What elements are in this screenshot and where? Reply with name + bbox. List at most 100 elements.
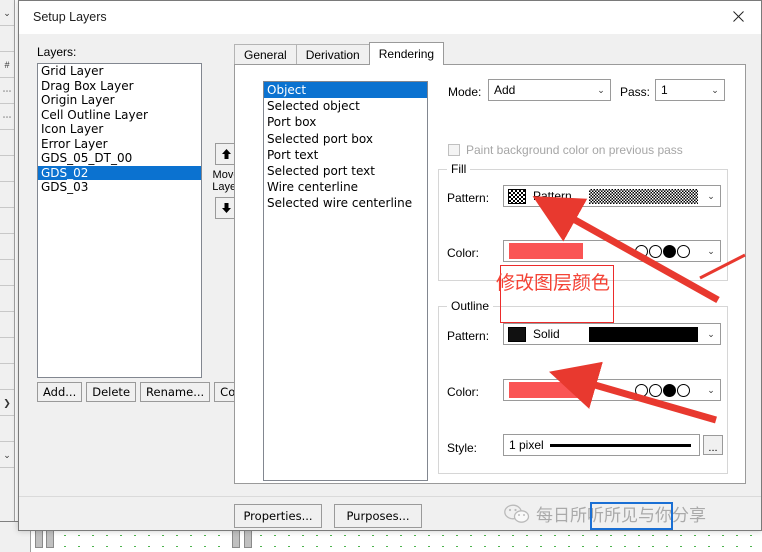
checker-pattern-swatch-icon [508, 188, 526, 204]
fill-pattern-value: Pattern [533, 189, 572, 203]
layer-list-item[interactable]: Icon Layer [38, 122, 201, 137]
bg-tool-6[interactable] [0, 156, 14, 182]
arrow-up-glyph [221, 149, 231, 159]
object-list-item[interactable]: Port box [264, 114, 427, 130]
object-list-item[interactable]: Selected port text [264, 163, 427, 179]
outline-pattern-preview [589, 326, 698, 342]
object-list-item[interactable]: Port text [264, 147, 427, 163]
layer-list-item[interactable]: GDS_03 [38, 180, 201, 195]
mode-value: Add [494, 83, 516, 97]
layer-list-item[interactable]: Cell Outline Layer [38, 108, 201, 123]
dialog-bottom-buttons: Properties... Purposes... [234, 504, 422, 528]
layers-listbox[interactable]: Grid Layer Drag Box Layer Origin Layer Cell… [37, 63, 202, 378]
bg-tool-8[interactable] [0, 208, 14, 234]
object-list-item[interactable]: Selected wire centerline [264, 195, 427, 211]
layer-list-item[interactable]: Grid Layer [38, 64, 201, 79]
bg-tool-2[interactable]: # [0, 52, 14, 78]
properties-button[interactable]: Properties... [234, 504, 322, 528]
object-list-item[interactable]: Object [264, 82, 427, 99]
moon-icon-2 [649, 244, 662, 258]
bg-tool-3[interactable]: ⋯ [0, 78, 14, 104]
chevron-down-icon: ⌄ [707, 384, 715, 395]
bg-tool-1[interactable] [0, 26, 14, 52]
bg-tool-9[interactable] [0, 234, 14, 260]
layer-list-item[interactable]: Error Layer [38, 137, 201, 152]
paint-background-label: Paint background color on previous pass [466, 143, 683, 157]
close-icon[interactable] [715, 1, 761, 32]
paint-background-checkbox[interactable] [448, 144, 460, 156]
fill-group-title: Fill [447, 162, 471, 176]
outline-style-more-button[interactable]: ... [703, 435, 723, 455]
layer-list-item[interactable]: GDS_02 [38, 165, 201, 180]
object-listbox[interactable]: Object Selected object Port box Selected po… [263, 81, 428, 481]
fill-pattern-preview [589, 188, 698, 204]
background-left-toolbar[interactable]: ⌄ # ⋯ ⋯ ❯ ⌄ [0, 0, 15, 552]
rename-layer-button[interactable]: Rename... [140, 382, 211, 402]
outline-pattern-value: Solid [533, 327, 560, 341]
outline-group-title: Outline [447, 299, 494, 313]
bg-tool-7[interactable] [0, 182, 14, 208]
chevron-down-icon: ⌄ [597, 84, 605, 95]
tab-general[interactable]: General [234, 44, 297, 65]
pass-dropdown[interactable]: 1 ⌄ [655, 79, 725, 101]
wechat-icon [504, 504, 530, 523]
object-list-item[interactable]: Selected object [264, 98, 427, 114]
watermark-highlight-box [590, 502, 673, 530]
delete-layer-button[interactable]: Delete [86, 382, 137, 402]
mode-label: Mode: [448, 85, 482, 99]
dialog-title: Setup Layers [33, 10, 107, 24]
tabstrip: General Derivation Rendering [234, 42, 445, 65]
fill-pattern-label: Pattern: [447, 191, 490, 205]
chevron-down-icon: ⌄ [707, 245, 715, 256]
bg-tool-10[interactable] [0, 260, 14, 286]
bg-tool-12[interactable] [0, 312, 14, 338]
chevron-down-icon: ⌄ [707, 190, 715, 201]
rendering-tab-panel: Object Selected object Port box Selected po… [234, 64, 746, 484]
outline-style-preview [549, 443, 691, 447]
chevron-down-icon: ⌄ [707, 328, 715, 339]
layers-label: Layers: [37, 45, 77, 59]
pass-label: Pass: [620, 85, 651, 99]
outline-pattern-label: Pattern: [447, 329, 490, 343]
pass-value: 1 [661, 83, 668, 97]
bg-tool-14[interactable] [0, 364, 14, 390]
bg-tool-0[interactable]: ⌄ [0, 0, 14, 26]
canvas-grid-dots [30, 530, 762, 552]
fill-pattern-dropdown[interactable]: Pattern ⌄ [503, 185, 721, 207]
bg-tool-17[interactable]: ⌄ [0, 442, 14, 468]
bg-tool-11[interactable] [0, 286, 14, 312]
tab-derivation[interactable]: Derivation [295, 44, 370, 65]
bg-tool-13[interactable] [0, 338, 14, 364]
outline-style-value: 1 pixel [509, 438, 544, 452]
bg-tool-16[interactable] [0, 416, 14, 442]
outline-color-swatch [509, 382, 583, 398]
moon-icon-4 [677, 383, 690, 397]
outline-color-dropdown[interactable]: ⌄ [503, 379, 721, 401]
tab-rendering[interactable]: Rendering [368, 42, 445, 65]
moon-icon-1 [635, 383, 648, 397]
object-list-item[interactable]: Wire centerline [264, 179, 427, 195]
paint-background-checkbox-row[interactable]: Paint background color on previous pass [448, 143, 683, 157]
layer-list-item[interactable]: Drag Box Layer [38, 79, 201, 94]
outline-pattern-dropdown[interactable]: Solid ⌄ [503, 323, 721, 345]
dialog-separator [19, 496, 761, 497]
purposes-button[interactable]: Purposes... [334, 504, 422, 528]
annotation-text: 修改图层颜色 [496, 272, 611, 294]
fill-color-dropdown[interactable]: ⌄ [503, 240, 721, 262]
solid-black-swatch-icon [508, 326, 526, 342]
outline-style-field[interactable]: 1 pixel [503, 434, 700, 456]
moon-icon-3 [663, 244, 676, 258]
fill-color-swatch [509, 243, 583, 259]
bg-tool-15[interactable]: ❯ [0, 390, 14, 416]
bg-tool-4[interactable]: ⋯ [0, 104, 14, 130]
add-layer-button[interactable]: Add... [37, 382, 83, 402]
fill-color-label: Color: [447, 246, 480, 260]
bg-tool-5[interactable] [0, 130, 14, 156]
layer-list-item[interactable]: Origin Layer [38, 93, 201, 108]
layer-list-item[interactable]: GDS_05_DT_00 [38, 151, 201, 166]
object-list-item[interactable]: Selected port box [264, 131, 427, 147]
mode-dropdown[interactable]: Add ⌄ [488, 79, 611, 101]
dialog-titlebar: Setup Layers [19, 1, 761, 34]
outline-color-label: Color: [447, 385, 480, 399]
chevron-down-icon: ⌄ [711, 84, 719, 95]
